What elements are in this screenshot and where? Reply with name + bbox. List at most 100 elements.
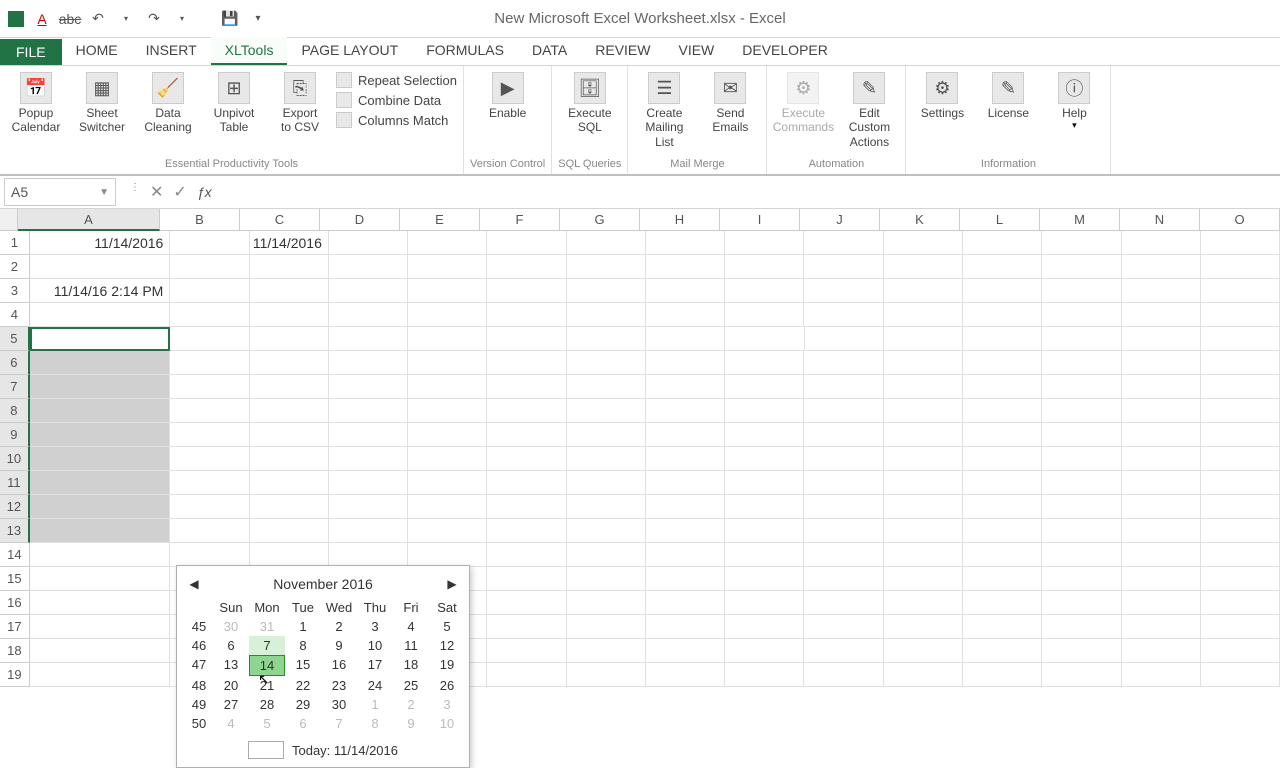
cell-K14[interactable] [884, 543, 963, 567]
cell-G5[interactable] [567, 327, 646, 351]
cell-K6[interactable] [884, 351, 963, 375]
redo-icon[interactable]: ↷ [144, 9, 164, 29]
column-header-O[interactable]: O [1200, 209, 1280, 231]
cell-G1[interactable] [567, 231, 646, 255]
cell-N10[interactable] [1122, 447, 1201, 471]
cell-G15[interactable] [567, 567, 646, 591]
cell-I2[interactable] [725, 255, 804, 279]
column-header-C[interactable]: C [240, 209, 320, 231]
calendar-day-6[interactable]: 6 [285, 714, 321, 733]
calendar-day-10[interactable]: 10 [429, 714, 465, 733]
tab-data[interactable]: DATA [518, 37, 581, 65]
cell-I3[interactable] [725, 279, 804, 303]
cell-N14[interactable] [1122, 543, 1201, 567]
ribbon-data-cleaning-button[interactable]: 🧹DataCleaning [138, 70, 198, 135]
cell-A18[interactable] [30, 639, 171, 663]
row-header-2[interactable]: 2 [0, 255, 30, 279]
cell-O3[interactable] [1201, 279, 1280, 303]
row-header-17[interactable]: 17 [0, 615, 30, 639]
cell-B5[interactable] [170, 327, 249, 351]
tab-home[interactable]: HOME [62, 37, 132, 65]
ribbon-popup-calendar-button[interactable]: 📅PopupCalendar [6, 70, 66, 135]
cell-F6[interactable] [487, 351, 566, 375]
cell-G9[interactable] [567, 423, 646, 447]
calendar-day-25[interactable]: 25 [393, 676, 429, 695]
cell-J9[interactable] [804, 423, 883, 447]
cell-K18[interactable] [884, 639, 963, 663]
calendar-day-24[interactable]: 24 [357, 676, 393, 695]
calendar-day-4[interactable]: 4 [393, 617, 429, 636]
cell-D3[interactable] [329, 279, 408, 303]
ribbon-create-mailing-list-button[interactable]: ☰CreateMailing List [634, 70, 694, 149]
cell-B3[interactable] [170, 279, 249, 303]
cell-C8[interactable] [250, 399, 329, 423]
cell-E2[interactable] [408, 255, 487, 279]
cell-A17[interactable] [30, 615, 171, 639]
cell-J15[interactable] [804, 567, 883, 591]
cell-M7[interactable] [1042, 375, 1121, 399]
cell-I19[interactable] [725, 663, 804, 687]
cell-N18[interactable] [1122, 639, 1201, 663]
cell-I15[interactable] [725, 567, 804, 591]
cell-E7[interactable] [408, 375, 487, 399]
cell-E3[interactable] [408, 279, 487, 303]
cell-G4[interactable] [567, 303, 646, 327]
cell-N6[interactable] [1122, 351, 1201, 375]
cell-A10[interactable] [30, 447, 171, 471]
cell-F19[interactable] [487, 663, 566, 687]
cell-E13[interactable] [408, 519, 487, 543]
cell-F18[interactable] [487, 639, 566, 663]
cell-F14[interactable] [487, 543, 566, 567]
cell-D14[interactable] [329, 543, 408, 567]
cell-E6[interactable] [408, 351, 487, 375]
cell-B2[interactable] [170, 255, 249, 279]
cell-K2[interactable] [884, 255, 963, 279]
cell-K13[interactable] [884, 519, 963, 543]
cell-K19[interactable] [884, 663, 963, 687]
cell-A12[interactable] [30, 495, 171, 519]
cell-L3[interactable] [963, 279, 1042, 303]
calendar-day-30[interactable]: 30 [213, 617, 249, 636]
cell-G19[interactable] [567, 663, 646, 687]
column-header-D[interactable]: D [320, 209, 400, 231]
cell-D10[interactable] [329, 447, 408, 471]
calendar-day-13[interactable]: 13 [213, 655, 249, 676]
calendar-day-15[interactable]: 15 [285, 655, 321, 676]
tab-developer[interactable]: DEVELOPER [728, 37, 842, 65]
calendar-day-7[interactable]: 7 [321, 714, 357, 733]
calendar-day-22[interactable]: 22 [285, 676, 321, 695]
redo-dropdown-icon[interactable]: ▾ [172, 9, 192, 29]
cell-I13[interactable] [725, 519, 804, 543]
cell-M2[interactable] [1042, 255, 1121, 279]
ribbon-columns-match-button[interactable]: Columns Match [336, 112, 457, 128]
cell-J14[interactable] [804, 543, 883, 567]
cell-E9[interactable] [408, 423, 487, 447]
cell-L8[interactable] [963, 399, 1042, 423]
cell-L4[interactable] [963, 303, 1042, 327]
cell-H10[interactable] [646, 447, 725, 471]
calendar-day-19[interactable]: 19 [429, 655, 465, 676]
cell-B14[interactable] [170, 543, 249, 567]
cell-B1[interactable] [170, 231, 249, 255]
cell-D8[interactable] [329, 399, 408, 423]
cell-F7[interactable] [487, 375, 566, 399]
cell-M18[interactable] [1042, 639, 1121, 663]
cell-M1[interactable] [1042, 231, 1121, 255]
cell-A1[interactable]: 11/14/2016 [30, 231, 171, 255]
column-header-F[interactable]: F [480, 209, 560, 231]
cell-E5[interactable] [408, 327, 487, 351]
cell-M6[interactable] [1042, 351, 1121, 375]
cell-D6[interactable] [329, 351, 408, 375]
calendar-day-6[interactable]: 6 [213, 636, 249, 655]
cell-H3[interactable] [646, 279, 725, 303]
cell-H8[interactable] [646, 399, 725, 423]
cell-D7[interactable] [329, 375, 408, 399]
row-header-3[interactable]: 3 [0, 279, 30, 303]
cell-I4[interactable] [725, 303, 804, 327]
cell-H11[interactable] [646, 471, 725, 495]
cell-M12[interactable] [1042, 495, 1121, 519]
cell-A6[interactable] [30, 351, 171, 375]
cell-B7[interactable] [170, 375, 249, 399]
cell-H19[interactable] [646, 663, 725, 687]
ribbon-send-emails-button[interactable]: ✉SendEmails [700, 70, 760, 135]
